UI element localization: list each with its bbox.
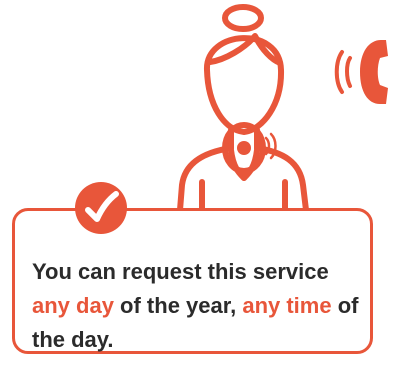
message-text-2: of the year, [113,293,243,318]
highlight-any-day: any day [32,293,114,318]
operator-person-icon [177,4,309,213]
info-callout-box: You can request this service any day of … [12,208,373,354]
highlight-any-time: any time [242,293,332,318]
message-text-1: You can request this service [32,259,329,284]
checkmark-icon [75,182,127,234]
service-availability-message: You can request this service any day of … [32,255,372,357]
ringing-phone-icon [334,40,388,104]
